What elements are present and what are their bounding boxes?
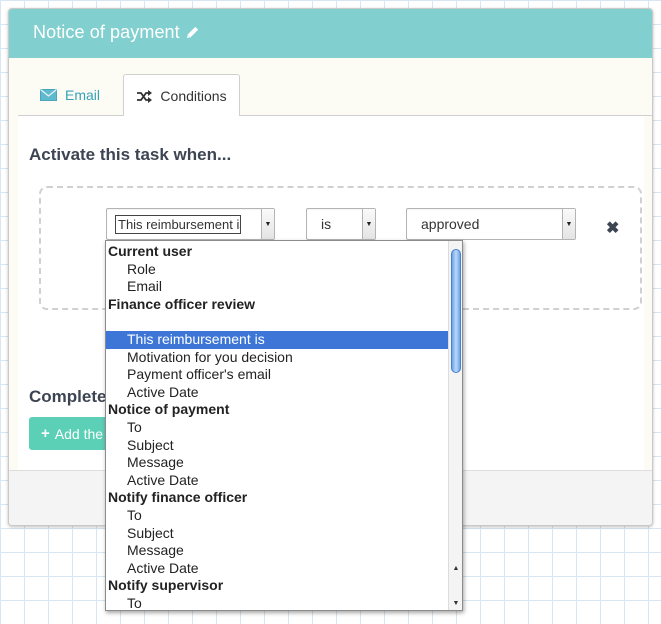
complete-heading: Complete — [29, 387, 107, 406]
dropdown-group-label: Current user — [108, 243, 193, 259]
dropdown-option[interactable]: Motivation for you decision — [106, 349, 449, 367]
dropdown-option[interactable]: Active Date — [106, 384, 449, 402]
chevron-down-icon: ▼ — [562, 209, 575, 239]
dropdown-option[interactable]: To — [106, 507, 449, 525]
add-button-label: Add the — [54, 425, 104, 442]
pencil-icon[interactable] — [185, 25, 200, 40]
field-select-value: This reimbursement is — [115, 214, 241, 234]
tab-conditions-label: Conditions — [160, 88, 227, 104]
dropdown-option[interactable]: Subject — [106, 437, 449, 455]
tab-bar: Email Conditions — [18, 74, 652, 117]
dropdown-option[interactable]: To — [106, 595, 449, 610]
dropdown-option[interactable]: Active Date — [106, 472, 449, 490]
shuffle-icon — [136, 89, 153, 103]
plus-icon: + — [41, 425, 50, 442]
dropdown-option[interactable]: Message — [106, 542, 449, 560]
operator-select[interactable]: is ▼ — [306, 208, 376, 240]
tab-email[interactable]: Email — [30, 74, 110, 116]
scrollbar-thumb[interactable] — [451, 249, 461, 373]
dropdown-option[interactable]: To — [106, 419, 449, 437]
chevron-down-icon: ▼ — [261, 209, 274, 239]
dropdown-option[interactable]: Payment officer's email — [106, 366, 449, 384]
scroll-up-arrow-icon[interactable]: ▲ — [449, 563, 462, 573]
dropdown-options: Current user Role Email Finance officer rev… — [106, 243, 449, 610]
field-select[interactable]: This reimbursement is ▼ — [106, 208, 275, 240]
panel-title: Notice of payment — [33, 22, 180, 42]
panel-header: Notice of payment — [9, 9, 652, 58]
envelope-icon — [40, 89, 57, 101]
dropdown-group-label: Finance officer review — [108, 295, 256, 312]
value-select[interactable]: approved ▼ — [406, 208, 576, 240]
dropdown-group-label: Notify supervisor — [108, 577, 224, 594]
chevron-down-icon: ▼ — [362, 209, 375, 239]
dropdown-group-label: Notice of payment — [108, 401, 230, 418]
dropdown-scrollbar[interactable]: ▲ ▼ — [448, 241, 462, 610]
dropdown-option[interactable]: Active Date — [106, 560, 449, 578]
dropdown-group-label: Notify finance officer — [108, 489, 248, 506]
dropdown-option[interactable]: Message — [106, 454, 449, 472]
activate-heading: Activate this task when... — [29, 145, 232, 164]
tab-conditions[interactable]: Conditions — [123, 74, 240, 117]
close-icon[interactable]: ✖ — [606, 218, 619, 238]
dropdown-option[interactable]: This reimbursement is — [106, 330, 449, 349]
field-dropdown-list[interactable]: Current user Role Email Finance officer rev… — [105, 240, 463, 611]
dropdown-option[interactable]: Email — [106, 278, 449, 296]
operator-select-value: is — [321, 216, 332, 232]
dropdown-option[interactable]: Subject — [106, 525, 449, 543]
value-select-value: approved — [421, 216, 480, 232]
tab-email-label: Email — [65, 87, 101, 103]
dropdown-option[interactable]: Role — [106, 261, 449, 279]
scroll-down-arrow-icon[interactable]: ▼ — [449, 598, 462, 608]
dropdown-option[interactable] — [106, 313, 449, 331]
